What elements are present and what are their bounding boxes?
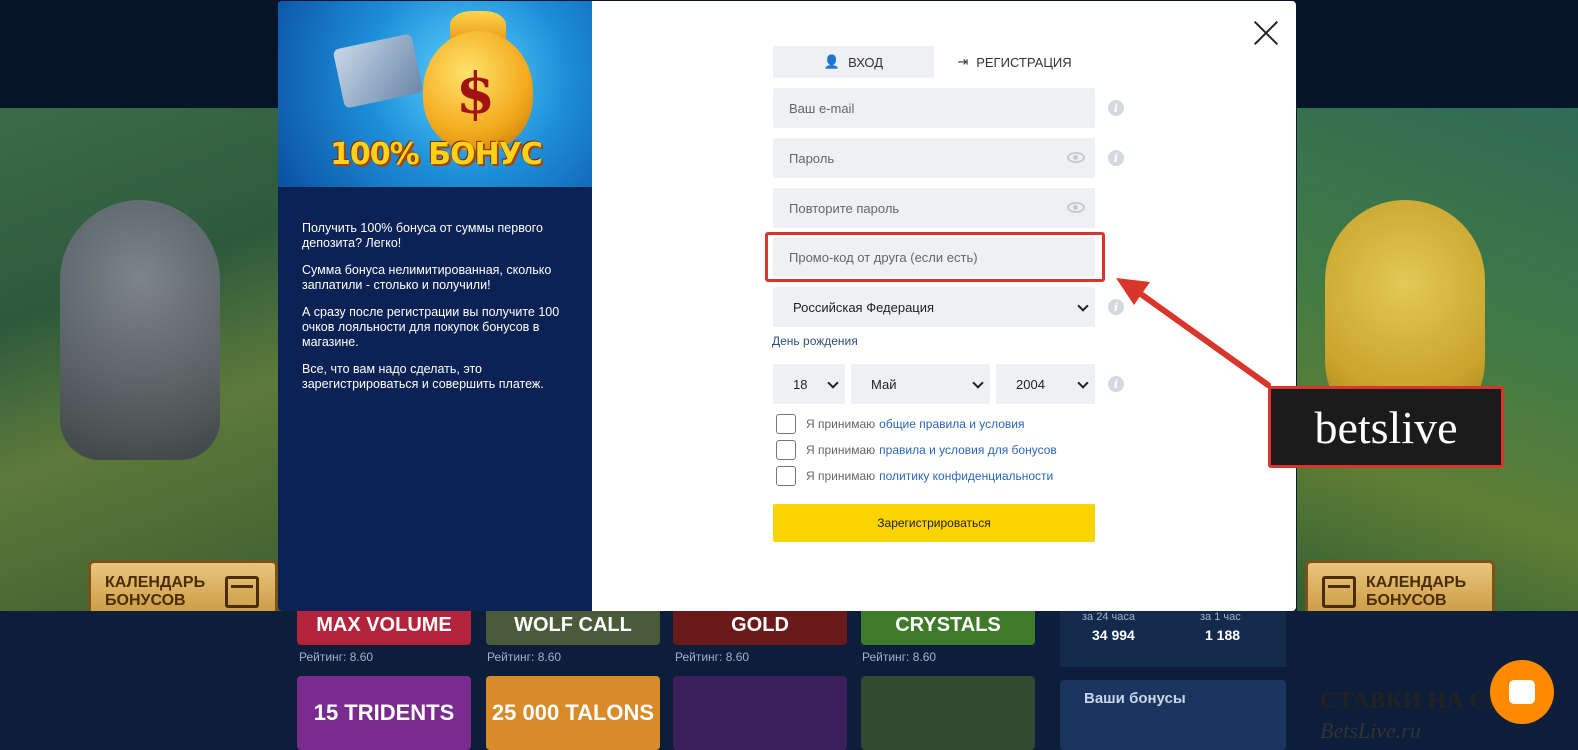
annotation-arrow: [1116, 278, 1271, 388]
watermark-label: betslive: [1268, 386, 1504, 468]
